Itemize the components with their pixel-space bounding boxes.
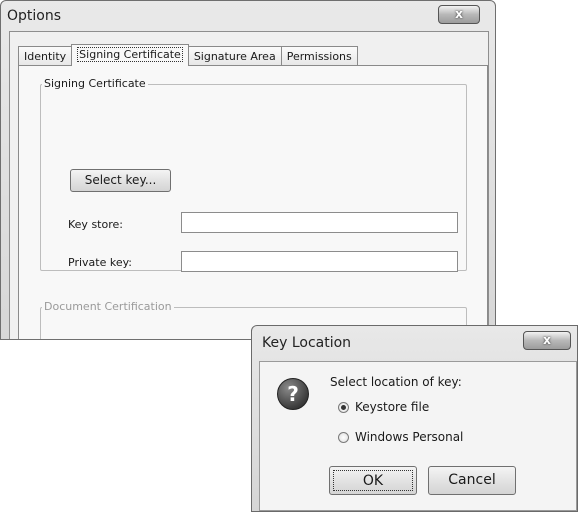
tab-signature-area-label: Signature Area (193, 50, 276, 63)
dialog-client-area: ? Select location of key: Keystore file … (259, 361, 577, 511)
options-window: Options x Identity Signing Certificate S… (0, 0, 496, 340)
radio-keystore-file-label: Keystore file (355, 400, 430, 414)
key-store-input[interactable] (181, 212, 458, 233)
private-key-input[interactable] (181, 251, 458, 272)
radio-keystore-file[interactable]: Keystore file (338, 400, 429, 414)
key-store-label: Key store: (68, 218, 123, 231)
cancel-button[interactable]: Cancel (428, 466, 516, 495)
options-client-area: Identity Signing Certificate Signature A… (9, 31, 489, 339)
radio-button-unchecked[interactable] (338, 431, 349, 443)
options-window-title: Options (7, 8, 62, 24)
document-certification-group-label: Document Certification (42, 300, 174, 313)
dialog-close-button[interactable]: x (523, 331, 571, 350)
tab-permissions-label: Permissions (286, 50, 352, 63)
radio-windows-personal[interactable]: Windows Personal (338, 430, 463, 444)
tab-signing-certificate[interactable]: Signing Certificate (71, 44, 189, 66)
ok-button[interactable]: OK (329, 466, 417, 495)
tab-permissions[interactable]: Permissions (280, 46, 358, 66)
radio-windows-personal-label: Windows Personal (355, 430, 464, 444)
tab-signing-certificate-label: Signing Certificate (77, 47, 183, 62)
select-key-button[interactable]: Select key... (70, 169, 171, 192)
signing-certificate-group-label: Signing Certificate (42, 77, 148, 90)
key-location-dialog-title: Key Location (262, 335, 352, 351)
radio-button-checked[interactable] (338, 401, 349, 413)
private-key-label: Private key: (68, 256, 133, 269)
tab-identity-label: Identity (24, 50, 67, 63)
tab-signature-area[interactable]: Signature Area (187, 46, 282, 66)
tab-identity[interactable]: Identity (18, 46, 73, 66)
dialog-prompt: Select location of key: (330, 375, 462, 389)
options-close-button[interactable]: x (438, 5, 480, 24)
question-icon: ? (277, 378, 309, 410)
ok-button-label: OK (333, 470, 413, 491)
tab-panel: Signing Certificate Select key... Key st… (18, 65, 488, 339)
tab-strip: Identity Signing Certificate Signature A… (18, 44, 358, 66)
key-location-dialog: Key Location x ? Select location of key:… (251, 325, 578, 512)
